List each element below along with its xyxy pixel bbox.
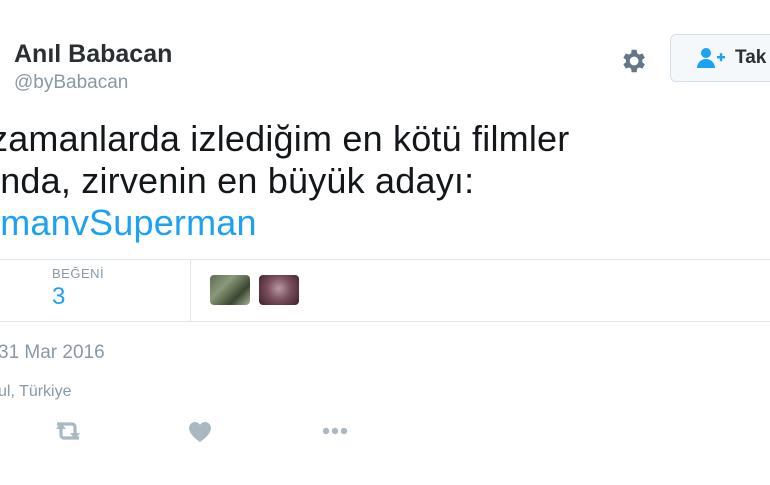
- add-user-icon: [697, 48, 725, 68]
- settings-button[interactable]: [618, 46, 648, 76]
- tweet-location[interactable]: ul, Türkiye: [0, 383, 72, 401]
- retweet-icon: [56, 422, 80, 440]
- retweet-button[interactable]: [48, 416, 88, 446]
- heart-icon: [189, 422, 211, 442]
- divider: [0, 321, 770, 322]
- gear-icon: [623, 49, 645, 73]
- tweet-line: ında, zirvenin en büyük adayı:: [0, 160, 475, 201]
- tweet-date[interactable]: 31 Mar 2016: [0, 342, 105, 364]
- likes-count[interactable]: 3: [52, 283, 65, 311]
- avatar[interactable]: [210, 275, 250, 305]
- likes-label[interactable]: BEĞENİ: [52, 266, 104, 281]
- follow-button[interactable]: Tak: [670, 34, 770, 82]
- like-button[interactable]: [180, 416, 220, 446]
- avatar[interactable]: [259, 275, 299, 305]
- hashtag-link[interactable]: tmanvSuperman: [0, 202, 569, 244]
- user-handle[interactable]: @byBabacan: [14, 72, 128, 94]
- divider: [190, 260, 191, 322]
- tweet-text: zamanlarda izlediğim en kötü filmler ınd…: [0, 118, 569, 244]
- more-dots-icon: [322, 427, 348, 435]
- tweet-line: zamanlarda izlediğim en kötü filmler: [0, 118, 570, 159]
- follow-label: Tak: [735, 47, 767, 68]
- display-name[interactable]: Anıl Babacan: [14, 40, 172, 69]
- more-button[interactable]: [315, 416, 355, 446]
- divider: [0, 259, 770, 260]
